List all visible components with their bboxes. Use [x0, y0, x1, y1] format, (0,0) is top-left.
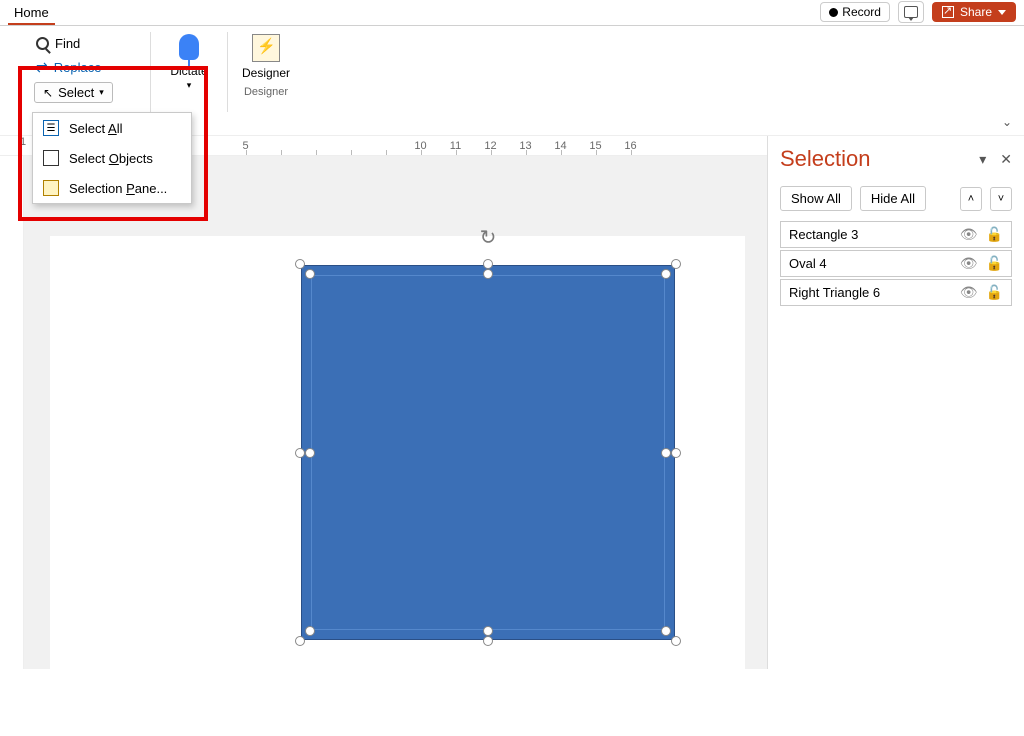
replace-icon: ⇄	[36, 59, 48, 76]
selection-list-item[interactable]: Oval 4	[780, 250, 1012, 277]
visibility-toggle-icon[interactable]	[960, 255, 978, 272]
menu-label: Select All	[69, 121, 122, 136]
ruler-mark	[298, 140, 333, 152]
ruler-mark: 14	[543, 140, 578, 152]
ruler-mark	[263, 140, 298, 152]
resize-handle[interactable]	[305, 269, 315, 279]
cursor-icon: ↖	[43, 86, 53, 100]
menu-select-all[interactable]: ☰ Select All	[33, 113, 191, 143]
record-label: Record	[842, 5, 881, 19]
find-button[interactable]: Find	[30, 32, 140, 55]
editing-group: Find ⇄ Replace ↖ Select ▾	[30, 32, 140, 112]
ruler-mark	[333, 140, 368, 152]
vertical-ruler	[0, 156, 24, 669]
resize-handle[interactable]	[305, 626, 315, 636]
resize-handle[interactable]	[483, 259, 493, 269]
designer-group-label: Designer	[238, 86, 294, 98]
selection-item-label: Rectangle 3	[789, 227, 858, 242]
select-all-icon: ☰	[43, 120, 59, 136]
menu-select-objects[interactable]: Select Objects	[33, 143, 191, 173]
resize-handle[interactable]	[483, 636, 493, 646]
select-dropdown-button[interactable]: ↖ Select ▾	[34, 82, 113, 103]
ruler-mark: 13	[508, 140, 543, 152]
visibility-toggle-icon[interactable]	[960, 284, 978, 301]
lock-toggle-icon[interactable]	[986, 226, 1003, 243]
hide-all-button[interactable]: Hide All	[860, 186, 926, 211]
dictate-button[interactable]: Dictate ▾	[161, 32, 217, 112]
pane-close-button[interactable]: ✕	[1000, 151, 1012, 168]
visibility-toggle-icon[interactable]	[960, 226, 978, 243]
tab-bar: Home Record Share	[0, 0, 1024, 26]
tab-home[interactable]: Home	[8, 2, 55, 25]
ruler-mark: 15	[578, 140, 613, 152]
share-button[interactable]: Share	[932, 2, 1016, 22]
selection-list-item[interactable]: Rectangle 3	[780, 221, 1012, 248]
resize-handle[interactable]	[295, 636, 305, 646]
resize-handle[interactable]	[661, 269, 671, 279]
ruler-mark: 1	[20, 136, 26, 148]
resize-handle[interactable]	[483, 269, 493, 279]
chevron-down-icon: ▾	[99, 87, 104, 98]
resize-handle[interactable]	[305, 448, 315, 458]
resize-handle[interactable]	[483, 626, 493, 636]
rotate-handle-icon[interactable]: ↻	[480, 225, 497, 250]
resize-handle[interactable]	[661, 626, 671, 636]
search-icon	[36, 37, 49, 50]
selection-pane-title: Selection	[780, 146, 871, 172]
ruler-mark	[368, 140, 403, 152]
select-label: Select	[58, 85, 94, 100]
ruler-mark: 16	[613, 140, 648, 152]
lock-toggle-icon[interactable]	[986, 255, 1003, 272]
chevron-down-icon	[998, 10, 1006, 15]
comments-button[interactable]	[898, 1, 924, 23]
menu-label: Selection Pane...	[69, 181, 167, 196]
selected-shape[interactable]: ↻	[283, 255, 693, 650]
ruler-mark: 11	[438, 140, 473, 152]
select-objects-icon	[43, 150, 59, 166]
ribbon-collapse-button[interactable]: ⌄	[1002, 115, 1012, 129]
dictate-label: Dictate	[170, 64, 207, 78]
lock-toggle-icon[interactable]	[986, 284, 1003, 301]
selection-list-item[interactable]: Right Triangle 6	[780, 279, 1012, 306]
selection-item-label: Oval 4	[789, 256, 827, 271]
menu-selection-pane[interactable]: Selection Pane...	[33, 173, 191, 203]
record-icon	[829, 8, 838, 17]
designer-icon	[252, 34, 280, 62]
move-up-button[interactable]: ˄	[960, 187, 982, 211]
ruler-mark: 12	[473, 140, 508, 152]
replace-label: Replace	[54, 60, 102, 75]
resize-handle[interactable]	[671, 636, 681, 646]
resize-handle[interactable]	[671, 448, 681, 458]
chevron-down-icon: ▾	[187, 80, 192, 91]
replace-button[interactable]: ⇄ Replace	[30, 55, 140, 80]
resize-handle[interactable]	[671, 259, 681, 269]
resize-handle[interactable]	[295, 259, 305, 269]
selection-item-label: Right Triangle 6	[789, 285, 880, 300]
ruler-mark: 5	[228, 140, 263, 152]
designer-label: Designer	[242, 66, 290, 80]
inner-selection-outline	[311, 275, 665, 630]
resize-handle[interactable]	[295, 448, 305, 458]
select-dropdown-menu: ☰ Select All Select Objects Selection Pa…	[32, 112, 192, 204]
ruler-mark: 10	[403, 140, 438, 152]
chat-icon	[904, 6, 918, 18]
move-down-button[interactable]: ˅	[990, 187, 1012, 211]
selection-pane: Selection ▾ ✕ Show All Hide All ˄ ˅ Rect…	[767, 136, 1024, 669]
find-label: Find	[55, 36, 80, 51]
share-icon	[942, 6, 954, 18]
selection-list: Rectangle 3 Oval 4 Right Triangle 6	[780, 221, 1012, 306]
record-button[interactable]: Record	[820, 2, 890, 22]
selection-pane-icon	[43, 180, 59, 196]
share-label: Share	[960, 5, 992, 19]
microphone-icon	[179, 34, 199, 60]
menu-label: Select Objects	[69, 151, 153, 166]
pane-options-button[interactable]: ▾	[979, 151, 986, 168]
designer-button[interactable]: Designer	[238, 32, 294, 80]
resize-handle[interactable]	[661, 448, 671, 458]
show-all-button[interactable]: Show All	[780, 186, 852, 211]
